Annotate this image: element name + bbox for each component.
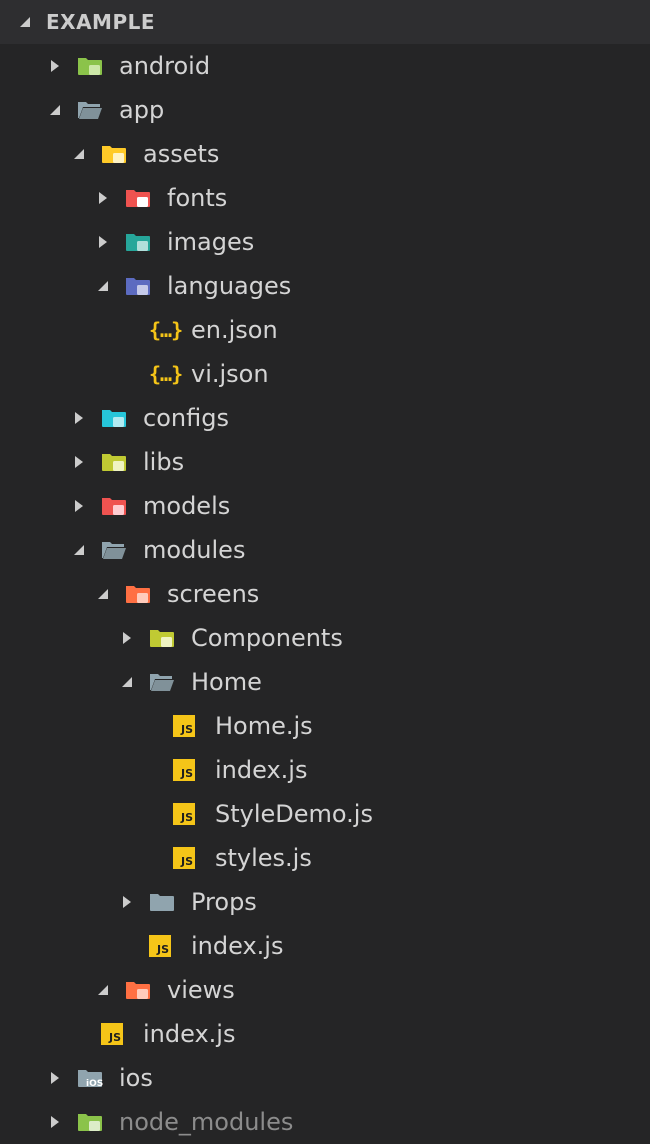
tree-item-label: modules [143,536,246,564]
chevron-down-icon[interactable] [72,543,86,557]
json-file-icon: {…} [149,318,183,342]
node-modules-folder-icon [77,1110,103,1134]
tree-item-label: app [119,96,165,124]
tree-item-ios[interactable]: iOS ios [0,1056,650,1100]
chevron-down-icon [20,17,30,27]
tree-item-label: assets [143,140,220,168]
tree-item-label: ios [119,1064,153,1092]
js-file-icon: JS [173,714,199,738]
section-title: EXAMPLE [46,10,156,34]
tree-item-label: screens [167,580,260,608]
chevron-down-icon[interactable] [96,279,110,293]
images-folder-icon [125,230,151,254]
views-folder-icon [125,978,151,1002]
tree-item-label: models [143,492,231,520]
open-folder-icon [149,670,175,694]
chevron-right-icon[interactable] [120,631,134,645]
models-folder-icon [101,494,127,518]
tree-item-label: index.js [191,932,284,960]
js-file-icon: JS [101,1022,127,1046]
tree-item-label: vi.json [191,360,269,388]
tree-item-languages[interactable]: languages [0,264,650,308]
tree-item-index-js[interactable]: JS index.js [0,748,650,792]
tree-item-screens[interactable]: screens [0,572,650,616]
tree-item-label: styles.js [215,844,312,872]
tree-item-label: node_modules [119,1108,294,1136]
tree-item-label: fonts [167,184,228,212]
tree-item-label: Home [191,668,262,696]
tree-item-android[interactable]: android [0,44,650,88]
tree-item-configs[interactable]: configs [0,396,650,440]
tree-item-label: views [167,976,235,1004]
open-folder-icon [77,98,103,122]
svg-text:iOS: iOS [86,1079,103,1089]
tree-item-node-modules[interactable]: node_modules [0,1100,650,1144]
tree-item-assets[interactable]: assets [0,132,650,176]
tree-item-index-js[interactable]: JS index.js [0,924,650,968]
tree-item-props[interactable]: Props [0,880,650,924]
tree-item-label: en.json [191,316,278,344]
js-file-icon: JS [173,846,199,870]
open-folder-icon [101,538,127,562]
tree-item-home-js[interactable]: JS Home.js [0,704,650,748]
tree-item-label: configs [143,404,229,432]
tree-item-vi-json[interactable]: {…} vi.json [0,352,650,396]
chevron-down-icon[interactable] [48,103,62,117]
js-file-icon: JS [149,934,175,958]
tree-item-styles-js[interactable]: JS styles.js [0,836,650,880]
tree-item-label: images [167,228,255,256]
chevron-right-icon[interactable] [96,235,110,249]
tree-item-label: languages [167,272,292,300]
js-file-icon: JS [173,758,199,782]
tree-item-libs[interactable]: libs [0,440,650,484]
android-folder-icon [77,54,103,78]
folder-icon [149,890,175,914]
tree-item-styledemo-js[interactable]: JS StyleDemo.js [0,792,650,836]
chevron-down-icon[interactable] [120,675,134,689]
chevron-right-icon[interactable] [120,895,134,909]
fonts-folder-icon [125,186,151,210]
tree-item-fonts[interactable]: fonts [0,176,650,220]
tree-item-label: Props [191,888,257,916]
js-file-icon: JS [173,802,199,826]
chevron-down-icon[interactable] [72,147,86,161]
file-explorer: EXAMPLE android app assets fonts images langu… [0,0,650,1144]
tree-item-label: libs [143,448,185,476]
ios-folder-icon: iOS [77,1066,103,1090]
tree-item-index-js[interactable]: JS index.js [0,1012,650,1056]
config-folder-icon [101,406,127,430]
tree-item-label: index.js [143,1020,236,1048]
libs-folder-icon [101,450,127,474]
tree-item-app[interactable]: app [0,88,650,132]
chevron-right-icon[interactable] [72,411,86,425]
assets-folder-icon [101,142,127,166]
tree-item-views[interactable]: views [0,968,650,1012]
tree-item-label: Home.js [215,712,313,740]
tree-item-modules[interactable]: modules [0,528,650,572]
json-file-icon: {…} [149,362,183,386]
screens-folder-icon [125,582,151,606]
tree-item-components[interactable]: Components [0,616,650,660]
chevron-right-icon[interactable] [48,1071,62,1085]
tree-item-label: Components [191,624,343,652]
chevron-right-icon[interactable] [72,455,86,469]
chevron-down-icon[interactable] [96,983,110,997]
languages-folder-icon [125,274,151,298]
chevron-down-icon[interactable] [96,587,110,601]
tree-item-models[interactable]: models [0,484,650,528]
tree-item-label: android [119,52,211,80]
chevron-right-icon[interactable] [48,1115,62,1129]
chevron-right-icon[interactable] [72,499,86,513]
tree-item-images[interactable]: images [0,220,650,264]
explorer-section-header[interactable]: EXAMPLE [0,0,650,44]
tree-item-label: index.js [215,756,308,784]
tree-item-en-json[interactable]: {…} en.json [0,308,650,352]
tree-item-home[interactable]: Home [0,660,650,704]
chevron-right-icon[interactable] [48,59,62,73]
tree-item-label: StyleDemo.js [215,800,373,828]
chevron-right-icon[interactable] [96,191,110,205]
components-folder-icon [149,626,175,650]
